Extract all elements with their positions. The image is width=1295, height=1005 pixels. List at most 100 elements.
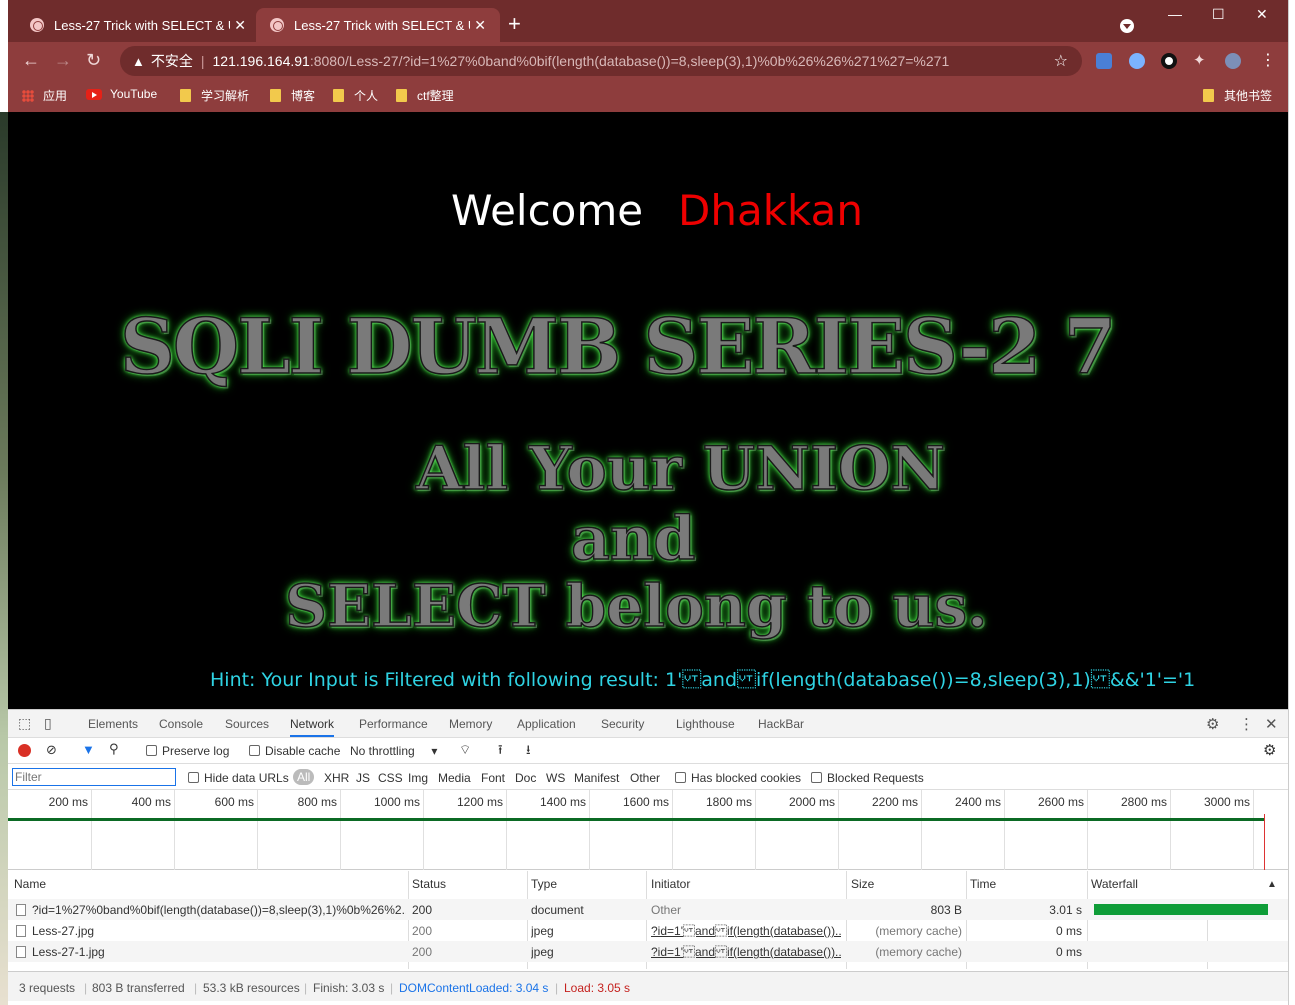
disable-cache-checkbox[interactable]: Disable cache — [249, 744, 340, 758]
filter-type-ws[interactable]: WS — [546, 771, 565, 785]
warning-triangle-icon[interactable]: ▲ — [132, 54, 145, 69]
tab-close-icon[interactable]: ✕ — [234, 17, 246, 34]
sort-ascending-icon[interactable]: ▲ — [1267, 879, 1277, 890]
column-header-status[interactable]: Status — [412, 877, 446, 891]
filter-type-other[interactable]: Other — [630, 771, 660, 785]
forward-arrow-icon[interactable]: → — [54, 50, 72, 71]
request-name[interactable]: Less-27-1.jpg — [8, 945, 406, 959]
url-host[interactable]: 121.196.164.91 — [213, 53, 310, 69]
maximize-button[interactable]: ☐ — [1212, 6, 1225, 23]
tab-console[interactable]: Console — [159, 717, 203, 731]
timeline-load-marker — [1264, 814, 1265, 870]
tab-close-icon[interactable]: ✕ — [474, 17, 486, 34]
record-icon[interactable] — [18, 744, 31, 757]
new-tab-button[interactable]: + — [508, 13, 521, 35]
network-conditions-icon[interactable]: ⌔ — [459, 742, 471, 758]
column-header-time[interactable]: Time — [970, 877, 996, 891]
checkbox-icon[interactable] — [146, 745, 157, 756]
tab-memory[interactable]: Memory — [449, 717, 492, 731]
bookmark-star-icon[interactable]: ☆ — [1054, 51, 1068, 71]
inspect-element-icon[interactable]: ⬚ — [18, 715, 31, 732]
settings-gear-icon[interactable]: ⚙ — [1206, 715, 1219, 733]
table-row[interactable]: Less-27.jpg 200 jpeg ?id=1' and if(lengt… — [8, 920, 1288, 941]
devtools-tabbar: ⬚ ▯ Elements Console Sources Network Per… — [8, 710, 1288, 738]
blocked-requests-checkbox[interactable]: Blocked Requests — [811, 771, 924, 785]
url-path[interactable]: :8080/Less-27/?id=1%27%0band%0bif(length… — [310, 53, 949, 69]
minimize-button[interactable]: — — [1168, 6, 1182, 22]
kebab-menu-icon[interactable]: ⋮ — [1239, 715, 1254, 733]
request-name[interactable]: ?id=1%27%0band%0bif(length(database())=8… — [8, 903, 406, 917]
request-type: document — [531, 903, 584, 917]
timeline-request-bar — [8, 818, 1264, 821]
circle-extension-icon[interactable] — [1161, 53, 1177, 69]
filter-type-all[interactable]: All — [293, 769, 315, 785]
bookmark-folder-study[interactable]: 学习解析 — [180, 87, 249, 104]
avatar[interactable] — [1225, 53, 1241, 69]
column-header-initiator[interactable]: Initiator — [651, 877, 690, 891]
import-har-icon[interactable]: ⭱ — [498, 741, 503, 763]
bookmark-folder-blog[interactable]: 博客 — [270, 87, 315, 104]
column-header-name[interactable]: Name — [14, 877, 46, 891]
bookmark-apps[interactable]: 应用 — [22, 87, 67, 104]
filter-type-media[interactable]: Media — [438, 771, 471, 785]
reload-icon[interactable]: ↻ — [86, 50, 101, 71]
owl-extension-icon[interactable] — [1129, 53, 1145, 69]
tab-sources[interactable]: Sources — [225, 717, 269, 731]
throttling-select[interactable]: No throttling ▾ — [350, 744, 437, 758]
tab-network[interactable]: Network — [290, 717, 335, 737]
checkbox-icon[interactable] — [188, 772, 199, 783]
bookmark-youtube[interactable]: YouTube — [86, 87, 157, 101]
filter-type-xhr[interactable]: XHR — [324, 771, 349, 785]
address-bar[interactable]: ▲ 不安全 | 121.196.164.91:8080/Less-27/?id=… — [120, 46, 1082, 76]
search-icon[interactable]: ⚲ — [109, 741, 119, 757]
filter-funnel-icon[interactable]: ▼ — [82, 742, 95, 757]
filter-type-img[interactable]: Img — [408, 771, 428, 785]
tab-less27-active[interactable]: Less-27 Trick with SELECT & UNION ✕ — [256, 8, 500, 42]
security-label[interactable]: 不安全 — [151, 51, 193, 71]
device-toolbar-icon[interactable]: ▯ — [44, 715, 52, 732]
translate-extension-icon[interactable] — [1096, 53, 1112, 69]
request-name[interactable]: Less-27.jpg — [8, 924, 406, 938]
bookmark-folder-personal[interactable]: 个人 — [333, 87, 378, 104]
filter-type-js[interactable]: JS — [356, 771, 370, 785]
requests-table: Name Status Type Initiator Size Time Wat… — [8, 871, 1288, 971]
bookmark-other[interactable]: 其他书签 — [1203, 87, 1272, 104]
column-header-waterfall[interactable]: Waterfall — [1091, 877, 1138, 891]
export-har-icon[interactable]: ⭳ — [526, 741, 531, 763]
filter-input[interactable] — [12, 768, 176, 786]
tab-performance[interactable]: Performance — [359, 717, 428, 731]
tab-application[interactable]: Application — [517, 717, 576, 731]
puzzle-extensions-icon[interactable]: ✦ — [1193, 51, 1209, 69]
table-row[interactable]: Less-27-1.jpg 200 jpeg ?id=1' and if(len… — [8, 941, 1288, 962]
filter-type-css[interactable]: CSS — [378, 771, 403, 785]
back-arrow-icon[interactable]: ← — [22, 50, 40, 71]
tab-search-dropdown-icon[interactable] — [1120, 19, 1134, 33]
checkbox-icon[interactable] — [811, 772, 822, 783]
filter-type-manifest[interactable]: Manifest — [574, 771, 619, 785]
filter-type-font[interactable]: Font — [481, 771, 505, 785]
hide-data-urls-checkbox[interactable]: Hide data URLs — [188, 771, 289, 785]
network-overview-timeline[interactable]: 200 ms 400 ms 600 ms 800 ms 1000 ms 1200… — [8, 790, 1288, 870]
preserve-log-checkbox[interactable]: Preserve log — [146, 744, 229, 758]
filter-type-doc[interactable]: Doc — [515, 771, 536, 785]
checkbox-icon[interactable] — [675, 772, 686, 783]
column-header-type[interactable]: Type — [531, 877, 557, 891]
request-initiator-link[interactable]: ?id=1' and if(length(database())... — [651, 924, 841, 938]
tab-security[interactable]: Security — [601, 717, 644, 731]
checkbox-icon[interactable] — [249, 745, 260, 756]
kebab-menu-icon[interactable]: ⋮ — [1260, 50, 1276, 69]
column-header-size[interactable]: Size — [851, 877, 874, 891]
close-devtools-icon[interactable]: ✕ — [1265, 715, 1278, 733]
clear-icon[interactable]: ⊘ — [46, 742, 57, 758]
image-file-icon — [16, 946, 26, 958]
tab-lighthouse[interactable]: Lighthouse — [676, 717, 735, 731]
tab-elements[interactable]: Elements — [88, 717, 138, 731]
tab-hackbar[interactable]: HackBar — [758, 717, 804, 731]
network-settings-gear-icon[interactable]: ⚙ — [1263, 741, 1276, 759]
tab-less27-first[interactable]: Less-27 Trick with SELECT & UNION ✕ — [16, 8, 260, 42]
bookmark-folder-ctf[interactable]: ctf整理 — [396, 87, 454, 104]
request-initiator-link[interactable]: ?id=1' and if(length(database())... — [651, 945, 841, 959]
request-status: 200 — [412, 903, 433, 917]
close-window-button[interactable]: ✕ — [1256, 6, 1268, 23]
has-blocked-cookies-checkbox[interactable]: Has blocked cookies — [675, 771, 801, 785]
